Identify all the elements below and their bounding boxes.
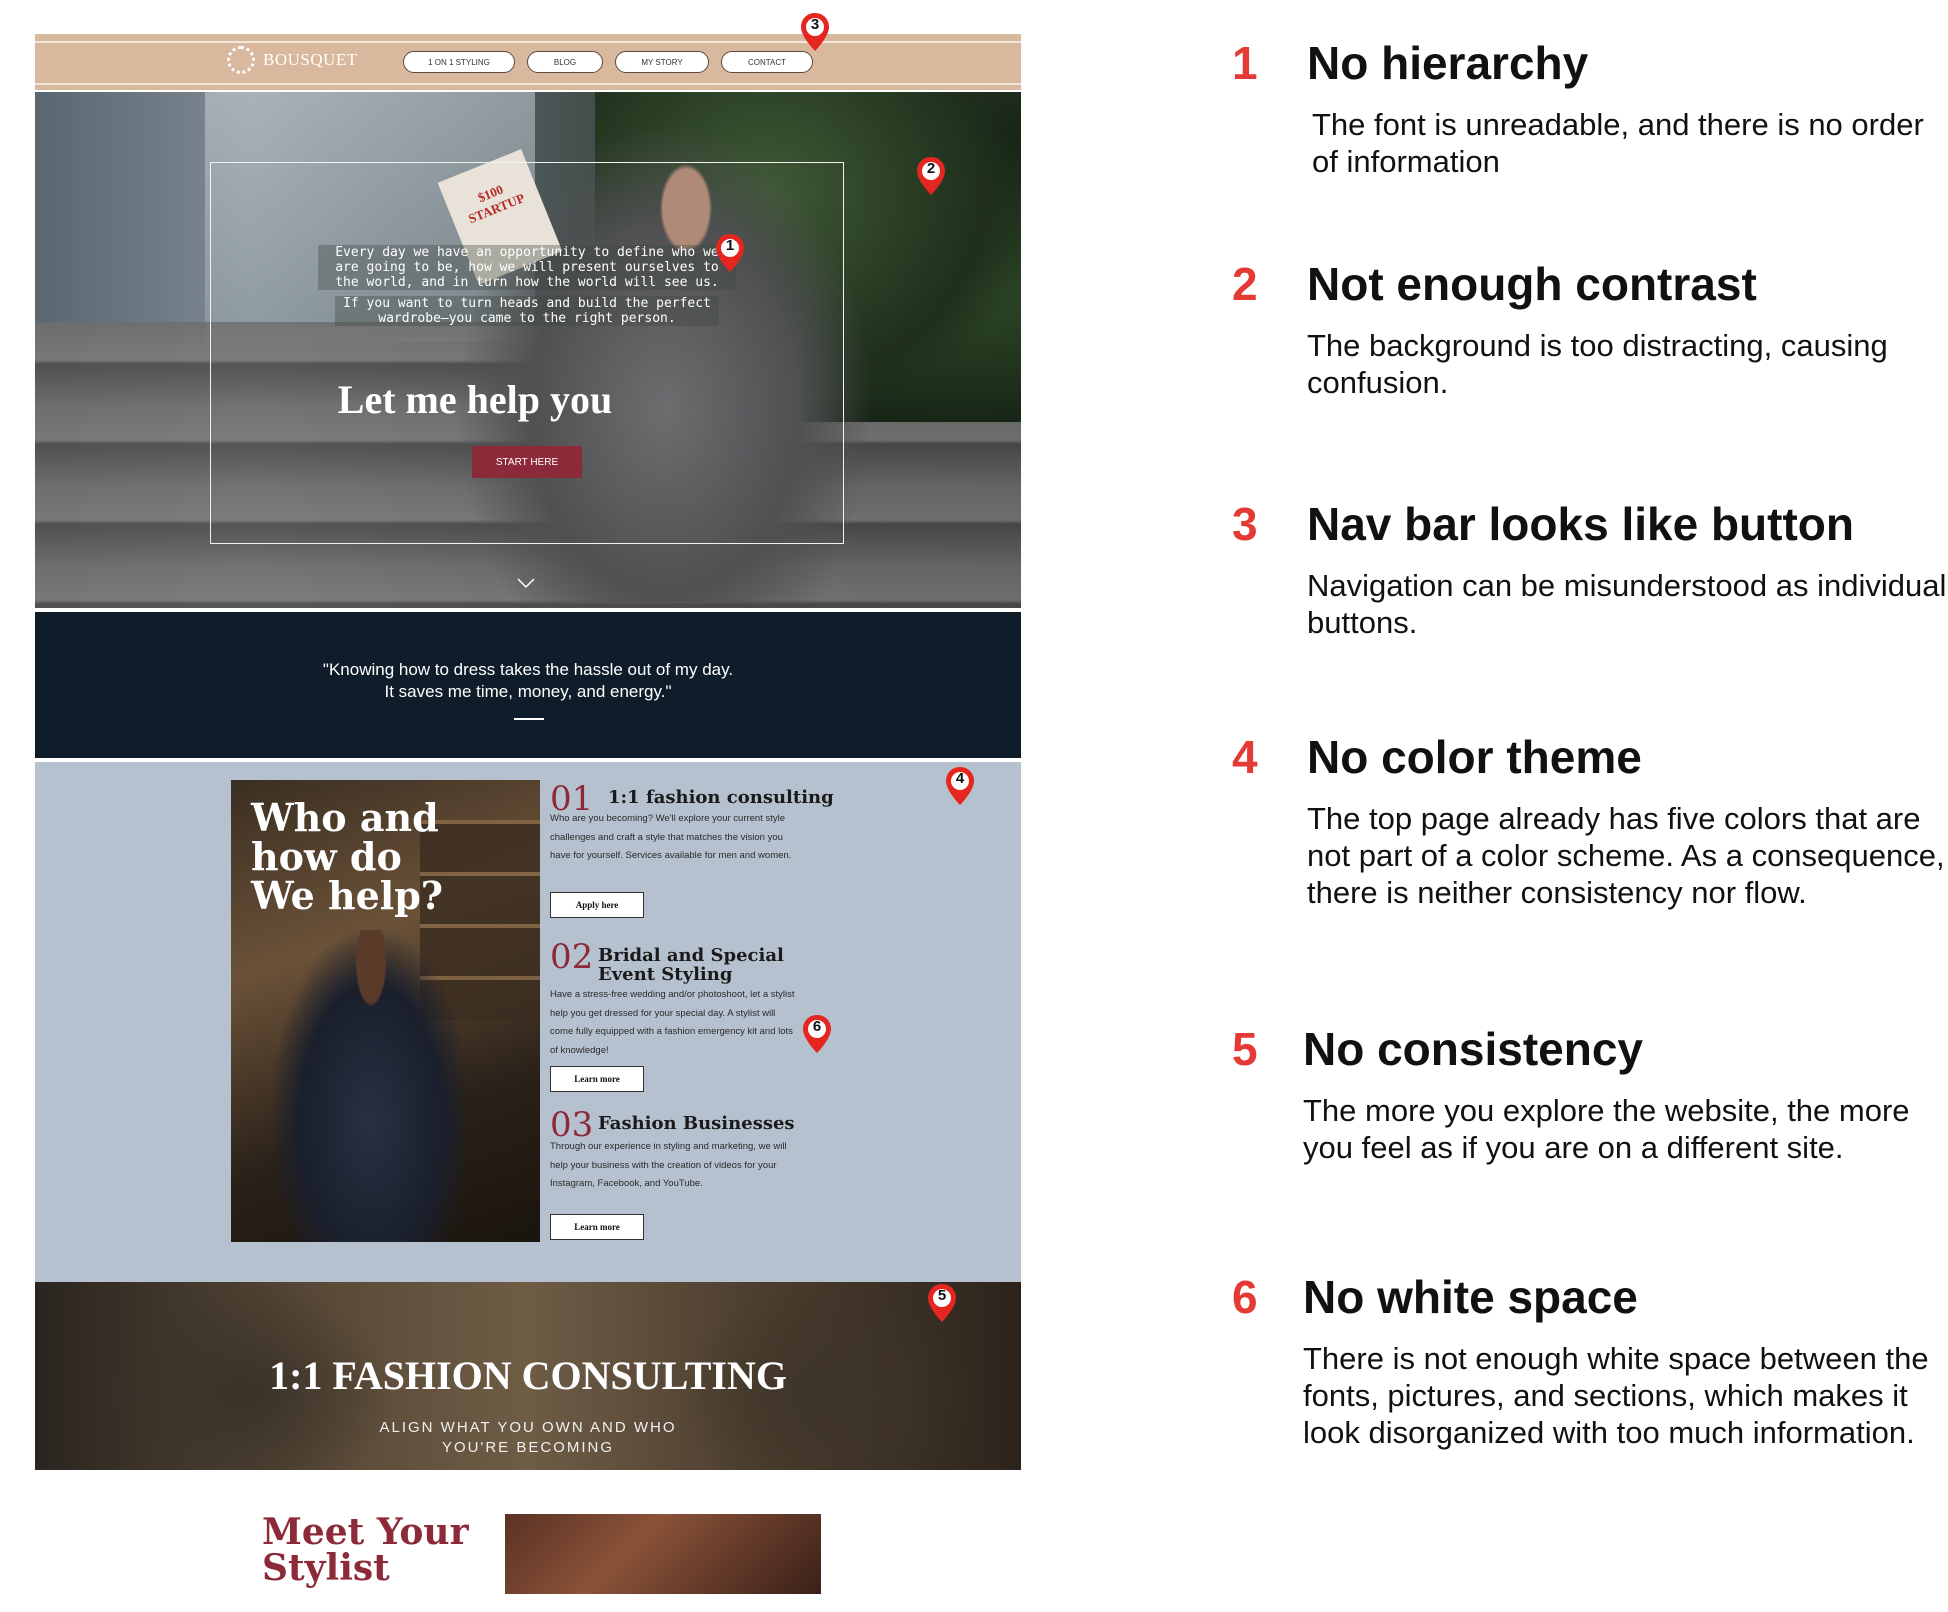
- issue-item-3: 3 Nav bar looks like button Navigation c…: [1232, 497, 1946, 647]
- scroll-down-chevron-icon[interactable]: [516, 576, 536, 590]
- issue-number: 6: [1232, 1271, 1258, 1323]
- services-title: Who and how do We help?: [251, 795, 444, 918]
- marker-label-5: 5: [937, 1287, 947, 1304]
- consulting-heading: 1:1 FASHION CONSULTING: [269, 1353, 787, 1398]
- issue-title: No color theme: [1307, 731, 1642, 783]
- hero-frame: [210, 162, 844, 544]
- services-photo-man-in-suit: Who and how do We help?: [231, 780, 540, 1242]
- service-number-02: 02: [550, 937, 594, 977]
- marker-label-3: 3: [810, 16, 820, 33]
- issue-title: No white space: [1303, 1271, 1638, 1323]
- nav-bottom-rule: [35, 83, 1021, 85]
- marker-pin-icon: 6: [802, 1014, 832, 1054]
- hero-paragraph-1: Every day we have an opportunity to defi…: [318, 245, 736, 290]
- brand-name: BOUSQUET: [263, 50, 358, 69]
- hero-heading: Let me help you: [337, 377, 613, 422]
- service-description-02: Have a stress-free wedding and/or photos…: [550, 989, 795, 1056]
- issue-number: 4: [1232, 731, 1258, 783]
- stylist-photo: [505, 1514, 821, 1594]
- apply-here-button[interactable]: Apply here: [550, 892, 644, 918]
- nav-item-blog[interactable]: BLOG: [527, 51, 603, 73]
- nav-item-my-story[interactable]: MY STORY: [615, 51, 709, 73]
- issue-title: Not enough contrast: [1307, 258, 1757, 310]
- marker-label-6: 6: [812, 1018, 822, 1035]
- issue-description: The more you explore the website, the mo…: [1303, 1093, 1910, 1165]
- issue-item-6: 6 No white space There is not enough whi…: [1232, 1270, 1932, 1500]
- services-photo-figure: [271, 930, 471, 1242]
- learn-more-button-bridal[interactable]: Learn more: [550, 1066, 644, 1092]
- issue-description: There is not enough white space between …: [1303, 1341, 1929, 1450]
- marker-pin-icon: 1: [715, 233, 745, 273]
- testimonial-line-1: "Knowing how to dress takes the hassle o…: [322, 660, 734, 679]
- service-number-03: 03: [550, 1105, 594, 1145]
- nav-top-rule: [35, 41, 1021, 43]
- issue-title: No hierarchy: [1307, 37, 1589, 89]
- issue-number: 5: [1232, 1023, 1258, 1075]
- start-here-button[interactable]: START HERE: [472, 446, 582, 478]
- marker-pin-icon: 3: [800, 12, 830, 52]
- hero-section: $100 STARTUP Every day we have an opport…: [35, 92, 1021, 608]
- issue-description: The top page already has five colors tha…: [1307, 801, 1945, 910]
- issue-title: Nav bar looks like button: [1307, 498, 1854, 550]
- service-heading-02: Bridal and Special Event Styling: [598, 945, 784, 985]
- meet-stylist-title: Meet Your Stylist: [262, 1514, 469, 1586]
- hero-p2-line-2: wardrobe—you came to the right person.: [378, 311, 676, 326]
- meet-title-line-2: Stylist: [262, 1547, 390, 1589]
- issue-description: The font is unreadable, and there is no …: [1312, 107, 1924, 179]
- issue-number: 3: [1232, 498, 1258, 550]
- testimonial-divider: [514, 718, 544, 720]
- marker-pin-icon: 4: [945, 766, 975, 806]
- issue-number: 2: [1232, 258, 1258, 310]
- consulting-banner: 1:1 FASHION CONSULTING ALIGN WHAT YOU OW…: [35, 1282, 1021, 1470]
- meet-title-line-1: Meet Your: [262, 1511, 469, 1553]
- marker-label-2: 2: [926, 160, 936, 177]
- issue-item-2: 2 Not enough contrast The background is …: [1232, 257, 1932, 407]
- service-heading-01: 1:1 fashion consulting: [608, 787, 834, 808]
- consulting-subheading-1: ALIGN WHAT YOU OWN AND WHO: [379, 1419, 677, 1436]
- service-description-01: Who are you becoming? We'll explore your…: [550, 813, 792, 861]
- service-description-03: Through our experience in styling and ma…: [550, 1141, 787, 1189]
- logo-ring-icon: [227, 46, 255, 74]
- issue-item-1: 1 No hierarchy The font is unreadable, a…: [1232, 36, 1932, 186]
- nav-item-1-on-1-styling[interactable]: 1 ON 1 STYLING: [403, 51, 515, 73]
- learn-more-button-businesses[interactable]: Learn more: [550, 1214, 644, 1240]
- issue-item-4: 4 No color theme The top page already ha…: [1232, 730, 1945, 960]
- consulting-subheading-2: YOU'RE BECOMING: [441, 1439, 615, 1456]
- hero-p1-line-3: the world, and in turn how the world wil…: [335, 275, 719, 290]
- hero-p1-line-1: Every day we have an opportunity to defi…: [335, 245, 719, 260]
- marker-label-4: 4: [955, 770, 965, 787]
- brand-logo[interactable]: BOUSQUET: [227, 46, 358, 74]
- hero-p1-line-2: are going to be, how we will present our…: [335, 260, 719, 275]
- hero-p2-line-1: If you want to turn heads and build the …: [343, 296, 711, 311]
- nav-item-contact[interactable]: CONTACT: [721, 51, 813, 73]
- issue-number: 1: [1232, 37, 1258, 89]
- hero-paragraph-2: If you want to turn heads and build the …: [335, 296, 719, 326]
- testimonial-line-2: It saves me time, money, and energy.": [384, 682, 672, 701]
- marker-pin-icon: 2: [916, 156, 946, 196]
- marker-pin-icon: 5: [927, 1283, 957, 1323]
- issue-item-5: 5 No consistency The more you explore th…: [1232, 1022, 1932, 1172]
- site-nav-bar: BOUSQUET 1 ON 1 STYLING BLOG MY STORY CO…: [35, 34, 1021, 90]
- issue-description: The background is too distracting, causi…: [1307, 328, 1888, 400]
- meet-stylist-section: Meet Your Stylist: [35, 1514, 1021, 1612]
- marker-label-1: 1: [725, 237, 735, 254]
- issue-title: No consistency: [1303, 1023, 1643, 1075]
- services-section: Who and how do We help? 01 1:1 fashion c…: [35, 762, 1021, 1282]
- service-heading-03: Fashion Businesses: [598, 1113, 795, 1134]
- issue-description: Navigation can be misunderstood as indiv…: [1307, 568, 1947, 640]
- testimonial-band: "Knowing how to dress takes the hassle o…: [35, 612, 1021, 758]
